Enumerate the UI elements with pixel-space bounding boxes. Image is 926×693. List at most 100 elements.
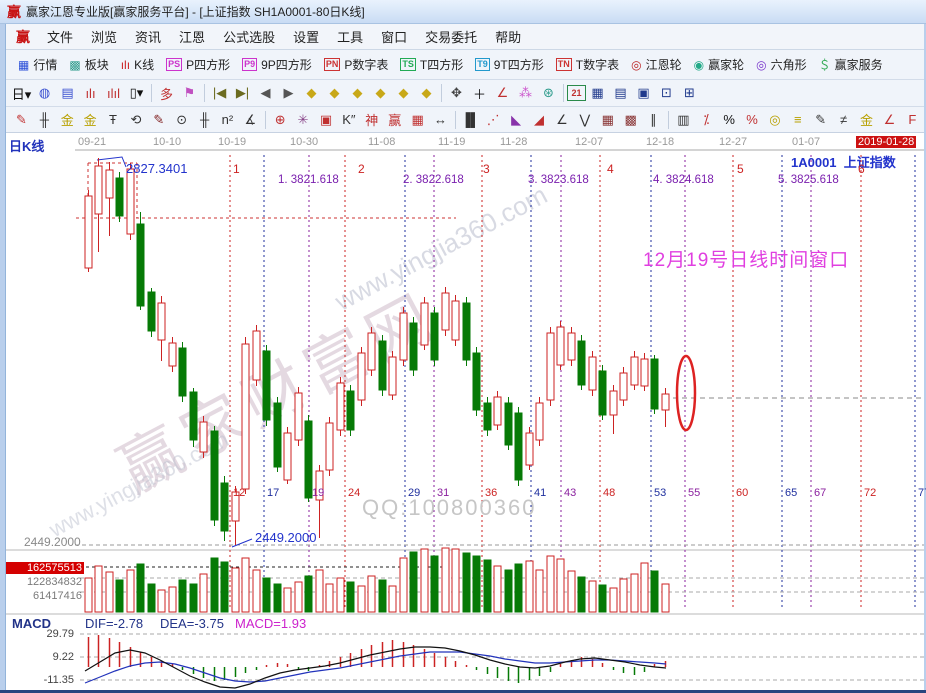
p-number-table-button[interactable]: PNP数字表 [318,54,395,75]
menu-item-0[interactable]: 文件 [38,24,82,49]
ying-mark-icon[interactable]: 赢 [383,110,406,130]
next-icon[interactable]: ▶ [277,83,300,103]
pct-line-icon[interactable]: % [741,110,764,130]
fan-red-icon[interactable]: ⋰ [482,110,505,130]
parallel-lines-icon[interactable]: ∥ [642,110,665,130]
fan-red-box-icon[interactable]: ◢ [528,110,551,130]
first-page-icon[interactable]: |◀ [208,83,231,103]
diamond-left-icon[interactable]: ◆ [300,83,323,103]
winner-service-icon: ＄ [819,56,831,73]
menu-item-3[interactable]: 江恩 [170,24,214,49]
ruler-bars-icon[interactable]: ▐▌ [459,110,482,130]
prev-icon[interactable]: ◀ [254,83,277,103]
save-icon[interactable]: ▣ [632,83,655,103]
bars-9-icon[interactable]: ılıl [102,83,125,103]
quotes-button[interactable]: ▦行情 [12,54,63,75]
pct-triangle-icon[interactable]: ⁒ [695,110,718,130]
p-square-label: P四方形 [186,56,230,73]
l-red-icon[interactable]: ∠ [878,110,901,130]
f-red-icon[interactable]: F [901,110,924,130]
diamond-expand-icon[interactable]: ◆ [369,83,392,103]
menu-item-9[interactable]: 帮助 [486,24,530,49]
grid-box-b-icon[interactable]: ▩ [619,110,642,130]
t-number-table-button[interactable]: TNT数字表 [550,54,625,75]
gold-fence-2-icon[interactable]: 金 [79,110,102,130]
bars-3-icon[interactable]: ılı [79,83,102,103]
menu-item-2[interactable]: 资讯 [126,24,170,49]
diamond-vrange-icon[interactable]: ◆ [415,83,438,103]
brush-2-icon[interactable]: ✎ [147,110,170,130]
gold-fence-1-icon[interactable]: 金 [56,110,79,130]
gann-wheel-button[interactable]: ◎江恩轮 [625,54,688,75]
note-list-icon[interactable]: ▤ [56,83,79,103]
crosshair-tool-icon[interactable]: ＋ [468,83,491,103]
grid-box-a-icon[interactable]: ▦ [596,110,619,130]
grid-123-icon[interactable]: ▦ [406,110,429,130]
time-circle-icon[interactable]: ⊙ [170,110,193,130]
red-frame-icon[interactable]: ▣ [315,110,338,130]
p-number-table-label: P数字表 [344,56,388,73]
color-flag-icon[interactable]: ⚑ [178,83,201,103]
menu-item-5[interactable]: 设置 [284,24,328,49]
teal-web-tool-icon[interactable]: ⊛ [537,83,560,103]
percent-icon[interactable]: % [718,110,741,130]
winner-wheel-button[interactable]: ◉赢家轮 [688,54,751,75]
k-mark-icon[interactable]: K″ [337,110,360,130]
angle-flag-icon[interactable]: ∡ [239,110,262,130]
duo-tool-icon[interactable]: 多 [155,83,178,103]
diamond-hrange-icon[interactable]: ◆ [346,83,369,103]
diamond-cross-icon[interactable]: ◆ [392,83,415,103]
diamond-right-icon[interactable]: ◆ [323,83,346,103]
hand-tool-icon[interactable]: ✥ [445,83,468,103]
trade-cart-icon[interactable]: ⊞ [678,83,701,103]
candle-brush-icon[interactable]: ✎ [809,110,832,130]
angle-lines-icon[interactable]: ∠ [550,110,573,130]
fan-purple-box-icon[interactable]: ◣ [505,110,528,130]
menu-item-6[interactable]: 工具 [328,24,372,49]
menu-item-7[interactable]: 窗口 [372,24,416,49]
gann-bars-icon[interactable]: ▥ [672,110,695,130]
coil-icon[interactable]: ⟲ [124,110,147,130]
gold-circle-icon[interactable]: ◎ [764,110,787,130]
flat-lines-icon[interactable]: ≠ [832,110,855,130]
gold-line-2-icon[interactable]: 金 [855,110,878,130]
f-fence-icon[interactable]: Ŧ [102,110,125,130]
candle-style-icon[interactable]: ▯▾ [125,83,148,103]
vee-lines-icon[interactable]: ⋁ [573,110,596,130]
bar-count-number: 65 [785,487,797,499]
n-squared-icon[interactable]: n² [216,110,239,130]
pink-web-tool-icon[interactable]: ⁂ [514,83,537,103]
9p-square-button[interactable]: P99P四方形 [236,54,318,75]
menu-item-4[interactable]: 公式选股 [214,24,284,49]
fence-2-icon[interactable]: ╫ [193,110,216,130]
chart-mode-label: 日K线 [9,136,44,155]
last-page-icon[interactable]: ▶| [231,83,254,103]
brush-icon[interactable]: ✎ [10,110,33,130]
gold-lines-icon[interactable]: ≡ [786,110,809,130]
cycle-digit: 2 [358,162,365,176]
calendar-icon[interactable]: 21 [567,85,586,101]
menu-item-8[interactable]: 交易委托 [416,24,486,49]
target-red-icon[interactable]: ⊕ [269,110,292,130]
period-day-icon[interactable]: 日▾ [10,83,33,103]
kline-button[interactable]: ılıK线 [115,54,160,75]
hexagon-button[interactable]: ◎六角形 [750,54,813,75]
width-tool-icon[interactable]: ↔ [429,110,452,130]
report-icon[interactable]: ▤ [609,83,632,103]
t-square-button[interactable]: TST四方形 [394,54,469,75]
winner-service-button[interactable]: ＄赢家服务 [813,54,889,75]
p-square-button[interactable]: PSP四方形 [160,54,236,75]
sectors-button[interactable]: ▩板块 [63,54,114,75]
fence-icon[interactable]: ╫ [33,110,56,130]
angle-pin-tool-icon[interactable]: ∠ [491,83,514,103]
save-net-icon[interactable]: ⊡ [655,83,678,103]
quotes-icon: ▦ [18,58,29,72]
title-bar[interactable]: 赢 赢家江恩专业版[赢家服务平台] - [上证指数 SH1A0001-80日K线… [0,0,926,24]
9t-square-button[interactable]: T99T四方形 [469,54,550,75]
toolbar-separator [668,111,669,129]
menu-item-1[interactable]: 浏览 [82,24,126,49]
zigzag-tool-icon[interactable]: ◍ [33,83,56,103]
burst-icon[interactable]: ✳ [292,110,315,130]
calculator-icon[interactable]: ▦ [586,83,609,103]
shen-fence-icon[interactable]: 神 [360,110,383,130]
